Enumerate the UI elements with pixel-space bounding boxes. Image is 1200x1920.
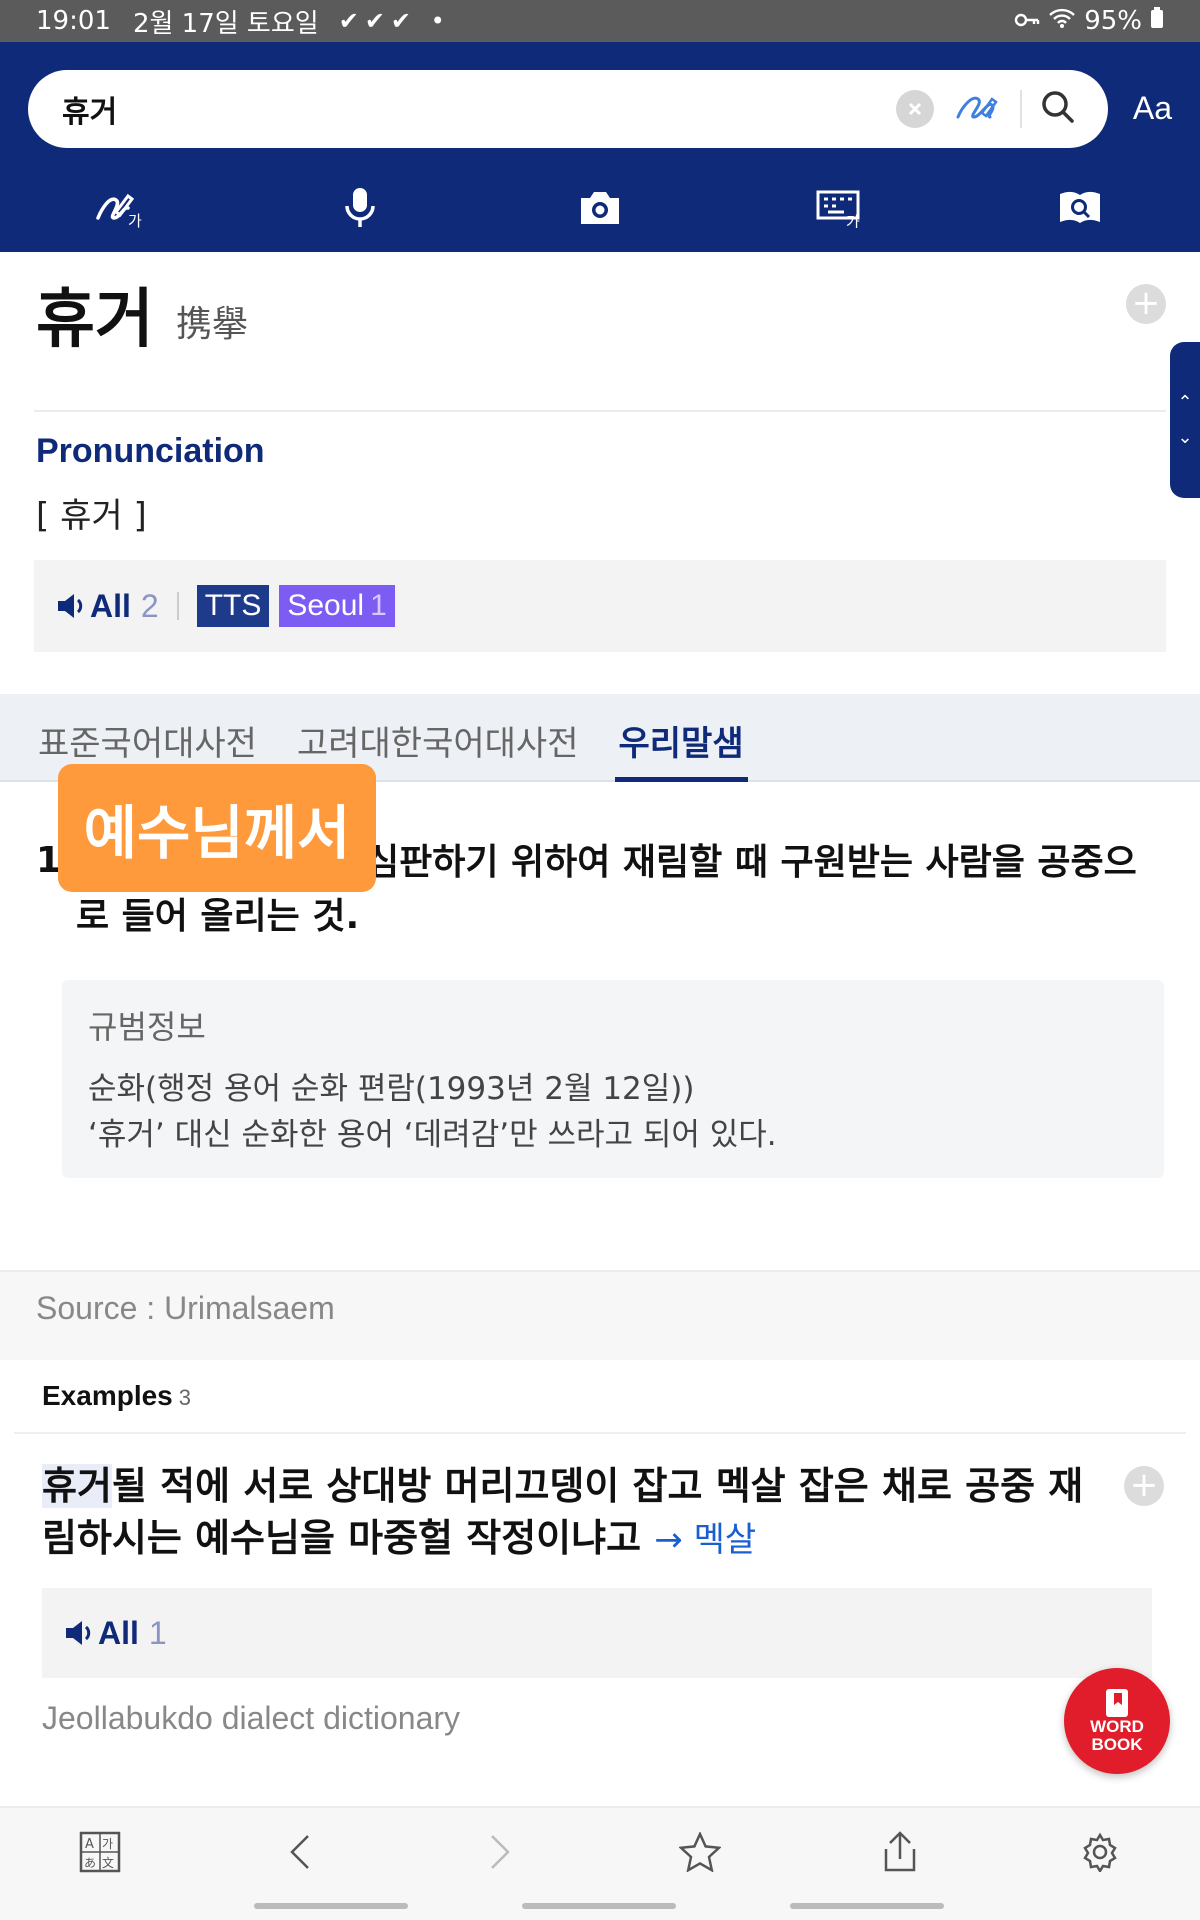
search-header: 휴거 Aa 가 가 [0,42,1200,252]
search-button[interactable] [1038,87,1078,131]
example-highlight: 휴거 [42,1464,112,1508]
microphone-icon [345,188,375,227]
status-bar: 19:01 2월 17일 토요일 ✔✔✔ • 95% [0,0,1200,42]
close-icon [908,102,922,116]
gear-icon [1083,1832,1117,1872]
headword-hanja: 携擧 [176,304,249,345]
svg-text:가: 가 [102,1837,113,1851]
gesture-bar [254,1903,408,1909]
divider [34,410,1166,412]
gesture-bar [790,1903,944,1909]
seoul-audio-button[interactable]: Seoul 1 [279,585,395,627]
handwriting-search-button[interactable] [952,83,1020,135]
speaker-icon [66,1621,91,1645]
star-icon [679,1832,721,1872]
norm-info-line: ‘휴거’ 대신 순화한 용어 ‘데려감’만 쓰라고 되어 있다. [88,1117,777,1153]
notification-icons: ✔✔✔ • [338,7,451,35]
translate-button[interactable]: A가あ文 [0,1808,200,1920]
chevron-left-icon [290,1835,309,1869]
pronunciation-audio-panel: All 2 TTS Seoul 1 [34,560,1166,652]
tts-button[interactable]: TTS [196,585,270,627]
status-date: 2월 17일 토요일 [132,8,319,39]
audio-divider [176,592,179,620]
book-search-icon [1060,191,1100,223]
tab-urimalsaem[interactable]: 우리말샘 [614,694,748,782]
wordbook-label-2: BOOK [1091,1735,1143,1754]
svg-text:가: 가 [846,213,860,228]
examples-count: 3 [178,1385,191,1410]
scroll-nav[interactable]: ⌃ ⌄ [1170,342,1200,498]
speaker-icon [58,594,83,618]
search-icon [1042,91,1074,123]
example-play-all-count: 1 [148,1614,167,1651]
pronunciation-text: [ 휴거 ] [36,496,147,536]
seoul-label: Seoul [287,589,365,622]
status-time: 19:01 [36,6,111,36]
selection-popup[interactable]: 예수님께서 [58,764,376,892]
source-label: Source : Urimalsaem [36,1290,335,1326]
play-all-label: All [90,587,131,624]
seoul-count: 1 [370,589,387,622]
voice-input-button[interactable] [240,170,480,246]
wordbook-button[interactable]: WORD BOOK [1064,1668,1170,1774]
handwriting-icon [956,96,998,119]
status-right: 95% [1014,6,1164,36]
wifi-icon [1048,6,1076,36]
bookmark-icon [1106,1689,1128,1717]
add-to-wordbook-button[interactable]: + [1126,284,1166,324]
input-toolbar: 가 가 [0,170,1200,246]
example-sentence: 휴거될 적에 서로 상대방 머리끄뎅이 잡고 멕살 잡은 채로 공중 재림하시는… [42,1460,1102,1566]
camera-search-button[interactable] [480,170,720,246]
clear-search-button[interactable] [896,90,934,128]
example-text: 될 적에 서로 상대방 머리끄뎅이 잡고 멕살 잡은 채로 공중 재림하시는 예… [42,1464,1084,1560]
font-size-button[interactable]: Aa [1133,90,1172,127]
handwriting-input-button[interactable]: 가 [0,170,240,246]
chevron-up-icon[interactable]: ⌃ [1177,392,1192,413]
share-icon [884,1831,916,1872]
norm-info-title: 규범정보 [88,1008,206,1046]
chevron-right-icon [491,1835,510,1869]
example-audio-panel: All 1 [42,1588,1152,1678]
play-all-button[interactable]: All 2 [56,588,159,625]
example-play-all-button[interactable]: All 1 [64,1615,167,1652]
keyboard-input-button[interactable]: 가 [720,170,960,246]
svg-text:あ: あ [84,1856,96,1870]
battery-percent: 95% [1084,6,1142,36]
settings-button[interactable] [1000,1808,1200,1920]
example-play-all-label: All [98,1614,139,1651]
keyboard-ga-icon: 가 [816,190,860,228]
examples-title: Examples [42,1380,173,1411]
add-example-button[interactable]: + [1124,1466,1164,1506]
translate-icon: A 가あ文 [79,1831,121,1873]
headword: 휴거 [36,283,154,357]
svg-text:A: A [85,1837,94,1852]
related-word-link[interactable]: → 멕살 [654,1520,756,1560]
gesture-bar [522,1903,676,1909]
search-input[interactable]: 휴거 [62,87,896,131]
camera-icon [581,192,619,224]
search-divider [1020,90,1022,128]
examples-card: Examples 3 휴거될 적에 서로 상대방 머리끄뎅이 잡고 멕살 잡은 채… [14,1360,1186,1806]
pronunciation-title: Pronunciation [36,432,265,470]
norm-info-line: 순화(행정 용어 순화 편람(1993년 2월 12일)) [88,1071,695,1107]
battery-icon [1150,6,1164,36]
norm-info-box: 규범정보 순화(행정 용어 순화 편람(1993년 2월 12일)) ‘휴거’ … [62,980,1164,1178]
play-all-count: 2 [140,587,159,624]
chevron-down-icon[interactable]: ⌄ [1177,427,1192,448]
divider [14,1432,1186,1434]
example-source: Jeollabukdo dialect dictionary [42,1700,461,1736]
handwriting-ga-icon: 가 [96,193,142,230]
wordbook-label-1: WORD [1090,1717,1144,1736]
svg-text:文: 文 [102,1855,114,1870]
search-box[interactable]: 휴거 [28,70,1108,148]
key-icon [1014,6,1040,36]
svg-text:가: 가 [128,212,142,230]
examples-header: Examples 3 [42,1380,191,1412]
dictionary-book-button[interactable] [960,170,1200,246]
